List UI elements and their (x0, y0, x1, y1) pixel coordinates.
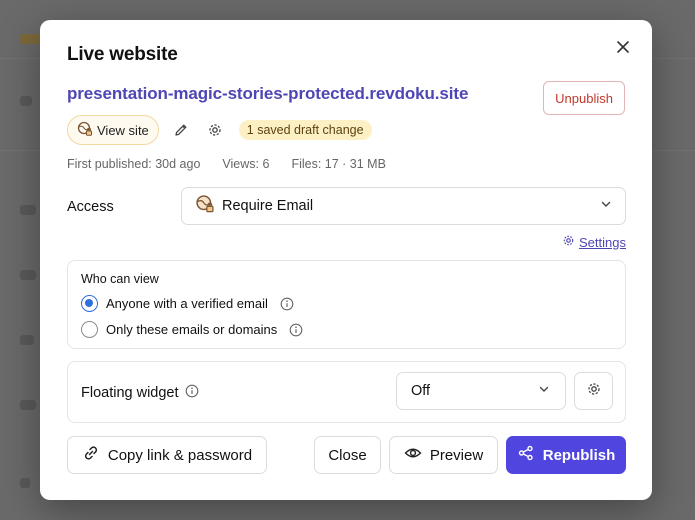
republish-label: Republish (542, 446, 616, 464)
background-row (20, 478, 30, 488)
draft-change-badge: 1 saved draft change (238, 120, 372, 140)
views-text: Views: 6 (222, 157, 270, 171)
eye-icon (404, 444, 422, 466)
view-site-button[interactable]: View site (67, 115, 159, 145)
background-row (20, 400, 36, 410)
floating-widget-value: Off (411, 383, 431, 399)
republish-button[interactable]: Republish (506, 436, 626, 474)
preview-label: Preview (429, 446, 484, 464)
live-website-dialog: Live website presentation-magic-stories-… (40, 20, 652, 500)
chevron-down-icon (599, 197, 613, 216)
copy-link-label: Copy link & password (107, 446, 253, 464)
radio-button-selected[interactable] (81, 295, 98, 312)
close-icon[interactable] (612, 36, 634, 58)
radio-verified-email[interactable]: Anyone with a verified email (81, 295, 294, 312)
radio-label: Only these emails or domains (106, 322, 278, 337)
who-can-view-card: Who can view Anyone with a verified emai… (67, 260, 626, 349)
background-row (20, 205, 36, 215)
floating-widget-select[interactable]: Off (396, 372, 566, 410)
gear-icon[interactable] (203, 118, 227, 142)
background-logo (20, 34, 42, 44)
share-icon (517, 444, 535, 466)
widget-settings-button[interactable] (574, 372, 613, 410)
copy-link-password-button[interactable]: Copy link & password (67, 436, 267, 474)
access-label: Access (67, 199, 114, 215)
close-button[interactable]: Close (314, 436, 381, 474)
background-row (20, 96, 32, 106)
who-can-view-title: Who can view (81, 272, 159, 286)
pencil-icon[interactable] (169, 118, 193, 142)
floating-widget-text: Floating widget (81, 385, 179, 401)
info-icon[interactable] (289, 323, 303, 337)
settings-link-label: Settings (579, 234, 626, 250)
info-icon[interactable] (185, 384, 199, 402)
gear-icon (586, 381, 602, 402)
background-row (20, 270, 36, 280)
access-select[interactable]: Require Email (181, 187, 626, 225)
background-row (20, 335, 34, 345)
files-text: Files: 17 · 31 MB (291, 157, 386, 171)
radio-emails-or-domains[interactable]: Only these emails or domains (81, 321, 303, 338)
publish-meta: First published: 30d ago Views: 6 Files:… (67, 157, 386, 171)
settings-link[interactable]: Settings (562, 234, 626, 250)
radio-button[interactable] (81, 321, 98, 338)
link-icon (82, 444, 100, 466)
floating-widget-card: Floating widget Off (67, 361, 626, 423)
lock-globe-icon (194, 193, 216, 220)
unpublish-button[interactable]: Unpublish (543, 81, 625, 115)
dialog-title: Live website (67, 44, 178, 65)
radio-label: Anyone with a verified email (106, 296, 268, 311)
info-icon[interactable] (280, 297, 294, 311)
lock-globe-icon (76, 120, 94, 141)
site-actions-row: View site 1 saved draft change (67, 115, 372, 145)
site-url-link[interactable]: presentation-magic-stories-protected.rev… (67, 84, 468, 104)
preview-button[interactable]: Preview (389, 436, 498, 474)
chevron-down-icon (537, 382, 551, 400)
gear-icon (562, 234, 575, 250)
first-published-text: First published: 30d ago (67, 157, 201, 171)
view-site-label: View site (97, 122, 149, 138)
floating-widget-label: Floating widget (81, 384, 199, 402)
access-select-value: Require Email (222, 198, 314, 214)
